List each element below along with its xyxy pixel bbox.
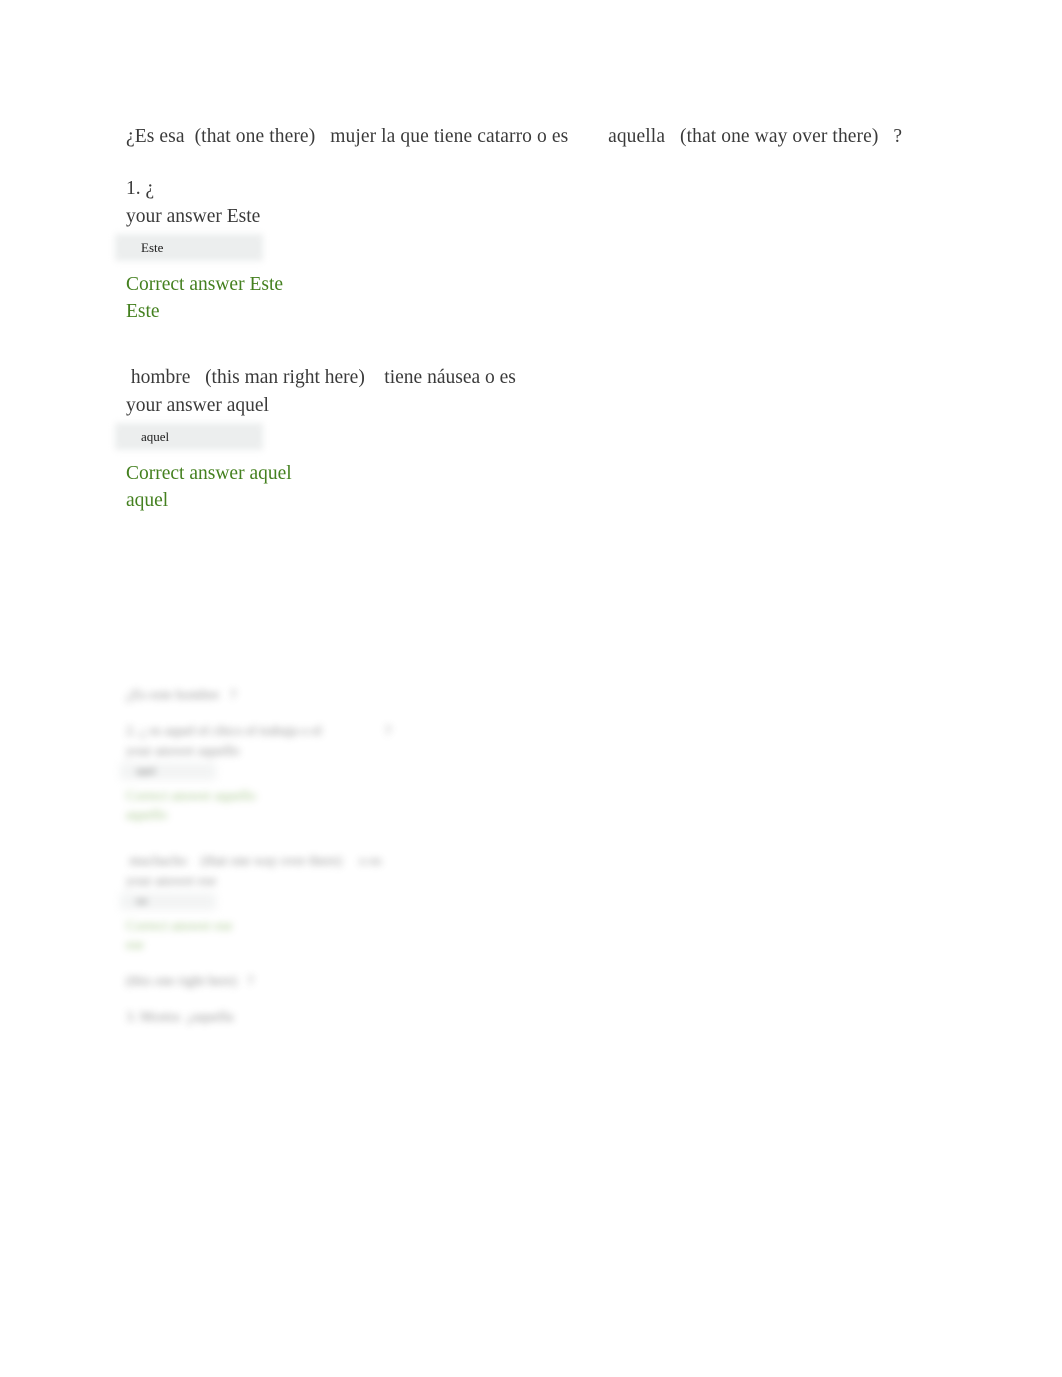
correct-answer-label: Correct answer Este bbox=[126, 274, 284, 295]
correct-answer-value: Este bbox=[126, 301, 160, 322]
review-item: hombre (this man right here) tiene náuse… bbox=[126, 365, 1006, 514]
correct-answer-label: Correct answer aquel bbox=[126, 463, 292, 484]
lower-answer-review-section-blurred: ¿Es este hombre ? 2. ¿ es aquel el chico… bbox=[126, 686, 1006, 1027]
correct-answer-value: aquello bbox=[126, 808, 168, 823]
review-item: 1. ¿ your answer Este Este Correct answe… bbox=[126, 176, 1006, 325]
your-answer-label: your answer aquello bbox=[126, 744, 240, 759]
trailing-question-line: 3. Mostra ¿aquella bbox=[126, 1010, 234, 1025]
answer-input-box[interactable]: aquel bbox=[115, 423, 263, 450]
upper-answer-review-section: ¿Es esa (that one there) mujer la que ti… bbox=[126, 124, 1006, 514]
review-item: muchacho (that one way over there) o es … bbox=[126, 852, 1006, 955]
your-answer-label: your answer aquel bbox=[126, 395, 269, 416]
correct-answer-label: Correct answer ese bbox=[126, 919, 233, 934]
answer-input-value: ese bbox=[136, 896, 148, 906]
question-number-prompt: muchacho (that one way over there) o es bbox=[126, 854, 382, 869]
answer-input-value: Este bbox=[141, 240, 164, 255]
trailing-prompt-line: (this one right here) ? bbox=[126, 974, 254, 989]
header-prompt: ¿Es esa (that one there) mujer la que ti… bbox=[126, 126, 903, 147]
your-answer-label: your answer Este bbox=[126, 206, 261, 227]
correct-answer-label: Correct answer aquello bbox=[126, 789, 256, 804]
review-item: 2. ¿ es aquel el chico el trabaja o el ?… bbox=[126, 722, 1006, 825]
answer-input-box[interactable]: Este bbox=[115, 234, 263, 261]
question-number-prompt: 1. ¿ bbox=[126, 178, 155, 199]
answer-input-value: aquel bbox=[136, 766, 156, 776]
answer-input-box[interactable]: ese bbox=[120, 893, 216, 910]
answer-input-box[interactable]: aquel bbox=[120, 763, 216, 780]
answer-input-value: aquel bbox=[141, 429, 170, 444]
correct-answer-value: ese bbox=[126, 938, 144, 953]
your-answer-label: your answer ese bbox=[126, 874, 217, 889]
question-number-prompt: hombre (this man right here) tiene náuse… bbox=[126, 367, 516, 388]
correct-answer-value: aquel bbox=[126, 490, 169, 511]
quiz-review-page: ¿Es esa (that one there) mujer la que ti… bbox=[0, 0, 1062, 1377]
question-number-prompt: 2. ¿ es aquel el chico el trabaja o el ? bbox=[126, 724, 392, 739]
header-prompt: ¿Es este hombre ? bbox=[126, 688, 237, 703]
